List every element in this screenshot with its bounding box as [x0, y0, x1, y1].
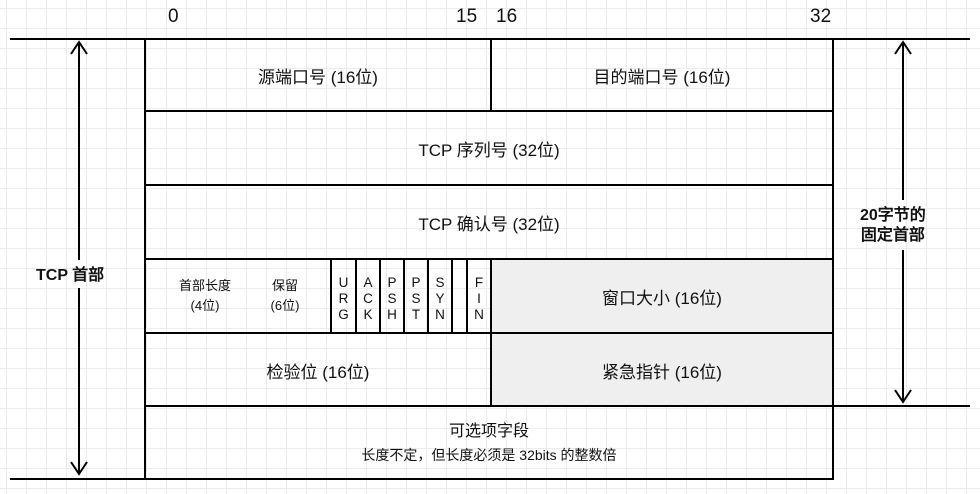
arrows-layer	[70, 40, 912, 476]
